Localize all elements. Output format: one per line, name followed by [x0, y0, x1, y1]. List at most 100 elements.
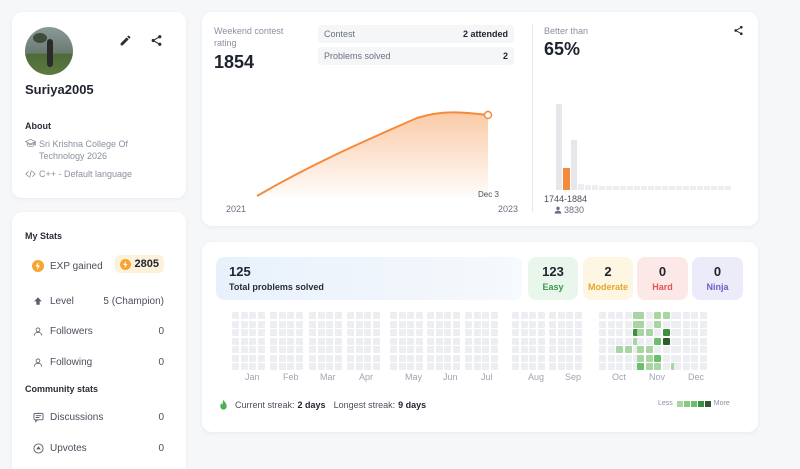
heatmap-cell[interactable]	[671, 337, 678, 345]
heatmap-cell[interactable]	[444, 337, 451, 345]
heatmap-cell[interactable]	[557, 354, 565, 362]
heatmap-cell[interactable]	[473, 320, 481, 328]
heatmap-cell[interactable]	[616, 312, 623, 319]
heatmap-cell[interactable]	[415, 354, 423, 362]
followers-row[interactable]: Followers 0	[32, 324, 164, 338]
heatmap-cell[interactable]	[529, 363, 536, 370]
heatmap-cell[interactable]	[473, 337, 481, 345]
heatmap-cell[interactable]	[699, 346, 707, 353]
discussions-row[interactable]: Discussions 0	[32, 410, 164, 424]
heatmap-cell[interactable]	[240, 312, 248, 319]
heatmap-cell[interactable]	[407, 337, 414, 345]
heatmap-cell[interactable]	[671, 320, 678, 328]
heatmap-cell[interactable]	[249, 312, 256, 319]
heatmap-cell[interactable]	[257, 337, 265, 345]
heatmap-cell[interactable]	[616, 354, 623, 362]
heatmap-cell[interactable]	[287, 329, 294, 336]
heatmap-cell[interactable]	[390, 337, 397, 345]
heatmap-cell[interactable]	[295, 337, 303, 345]
heatmap-cell[interactable]	[645, 329, 653, 336]
heatmap-cell[interactable]	[682, 329, 690, 336]
heatmap-cell[interactable]	[662, 346, 670, 353]
heatmap-cell[interactable]	[317, 346, 325, 353]
heatmap-cell[interactable]	[674, 337, 681, 345]
heatmap-cell[interactable]	[452, 354, 460, 362]
share-icon[interactable]	[733, 25, 744, 36]
heatmap-cell[interactable]	[452, 329, 460, 336]
heatmap-cell[interactable]	[444, 312, 451, 319]
heatmap-cell[interactable]	[654, 346, 661, 353]
heatmap-cell[interactable]	[529, 312, 536, 319]
heatmap-cell[interactable]	[364, 329, 371, 336]
heatmap-cell[interactable]	[257, 354, 265, 362]
heatmap-cell[interactable]	[599, 354, 606, 362]
heatmap-cell[interactable]	[607, 312, 615, 319]
heatmap-cell[interactable]	[671, 312, 678, 319]
heatmap-cell[interactable]	[295, 346, 303, 353]
heatmap-cell[interactable]	[473, 346, 481, 353]
heatmap-cell[interactable]	[654, 354, 661, 362]
heatmap-cell[interactable]	[549, 354, 556, 362]
heatmap-cell[interactable]	[444, 354, 451, 362]
heatmap-cell[interactable]	[334, 363, 342, 370]
heatmap-cell[interactable]	[240, 320, 248, 328]
moderate-pill[interactable]: 2 Moderate	[583, 257, 633, 300]
heatmap-cell[interactable]	[482, 363, 489, 370]
heatmap-cell[interactable]	[645, 337, 653, 345]
heatmap-cell[interactable]	[407, 354, 414, 362]
heatmap-cell[interactable]	[415, 346, 423, 353]
heatmap-cell[interactable]	[490, 312, 498, 319]
heatmap-cell[interactable]	[355, 337, 363, 345]
heatmap-cell[interactable]	[671, 329, 678, 336]
heatmap-cell[interactable]	[633, 312, 640, 319]
heatmap-cell[interactable]	[607, 346, 615, 353]
heatmap-cell[interactable]	[390, 346, 397, 353]
heatmap-cell[interactable]	[427, 337, 434, 345]
heatmap-cell[interactable]	[326, 320, 333, 328]
heatmap-cell[interactable]	[407, 312, 414, 319]
heatmap-cell[interactable]	[537, 320, 545, 328]
heatmap-cell[interactable]	[347, 337, 354, 345]
heatmap-cell[interactable]	[654, 329, 661, 336]
heatmap-cell[interactable]	[537, 337, 545, 345]
heatmap-cell[interactable]	[599, 320, 606, 328]
heatmap-cell[interactable]	[295, 354, 303, 362]
heatmap-cell[interactable]	[654, 320, 661, 328]
heatmap-cell[interactable]	[355, 312, 363, 319]
heatmap-cell[interactable]	[465, 363, 472, 370]
heatmap-cell[interactable]	[482, 354, 489, 362]
heatmap-cell[interactable]	[317, 354, 325, 362]
heatmap-cell[interactable]	[671, 346, 678, 353]
heatmap-cell[interactable]	[529, 346, 536, 353]
easy-pill[interactable]: 123 Easy	[528, 257, 578, 300]
heatmap-cell[interactable]	[529, 320, 536, 328]
heatmap-cell[interactable]	[674, 329, 681, 336]
heatmap-cell[interactable]	[557, 337, 565, 345]
heatmap-cell[interactable]	[637, 363, 644, 370]
heatmap-cell[interactable]	[674, 346, 681, 353]
heatmap-cell[interactable]	[645, 320, 653, 328]
heatmap-cell[interactable]	[549, 329, 556, 336]
heatmap-cell[interactable]	[270, 346, 277, 353]
heatmap-cell[interactable]	[624, 363, 632, 370]
heatmap-cell[interactable]	[232, 346, 239, 353]
heatmap-cell[interactable]	[364, 346, 371, 353]
heatmap-cell[interactable]	[372, 363, 380, 370]
share-icon[interactable]	[150, 34, 163, 47]
heatmap-cell[interactable]	[637, 337, 644, 345]
heatmap-cell[interactable]	[398, 329, 406, 336]
heatmap-cell[interactable]	[682, 363, 690, 370]
heatmap-cell[interactable]	[637, 312, 644, 319]
heatmap-cell[interactable]	[444, 346, 451, 353]
heatmap-cell[interactable]	[645, 346, 653, 353]
heatmap-cell[interactable]	[633, 354, 640, 362]
heatmap-cell[interactable]	[249, 320, 256, 328]
heatmap-cell[interactable]	[278, 312, 286, 319]
heatmap-cell[interactable]	[473, 312, 481, 319]
heatmap-cell[interactable]	[347, 354, 354, 362]
heatmap-cell[interactable]	[278, 354, 286, 362]
heatmap-cell[interactable]	[566, 337, 573, 345]
heatmap-cell[interactable]	[682, 312, 690, 319]
heatmap-cell[interactable]	[334, 329, 342, 336]
heatmap-cell[interactable]	[637, 320, 644, 328]
